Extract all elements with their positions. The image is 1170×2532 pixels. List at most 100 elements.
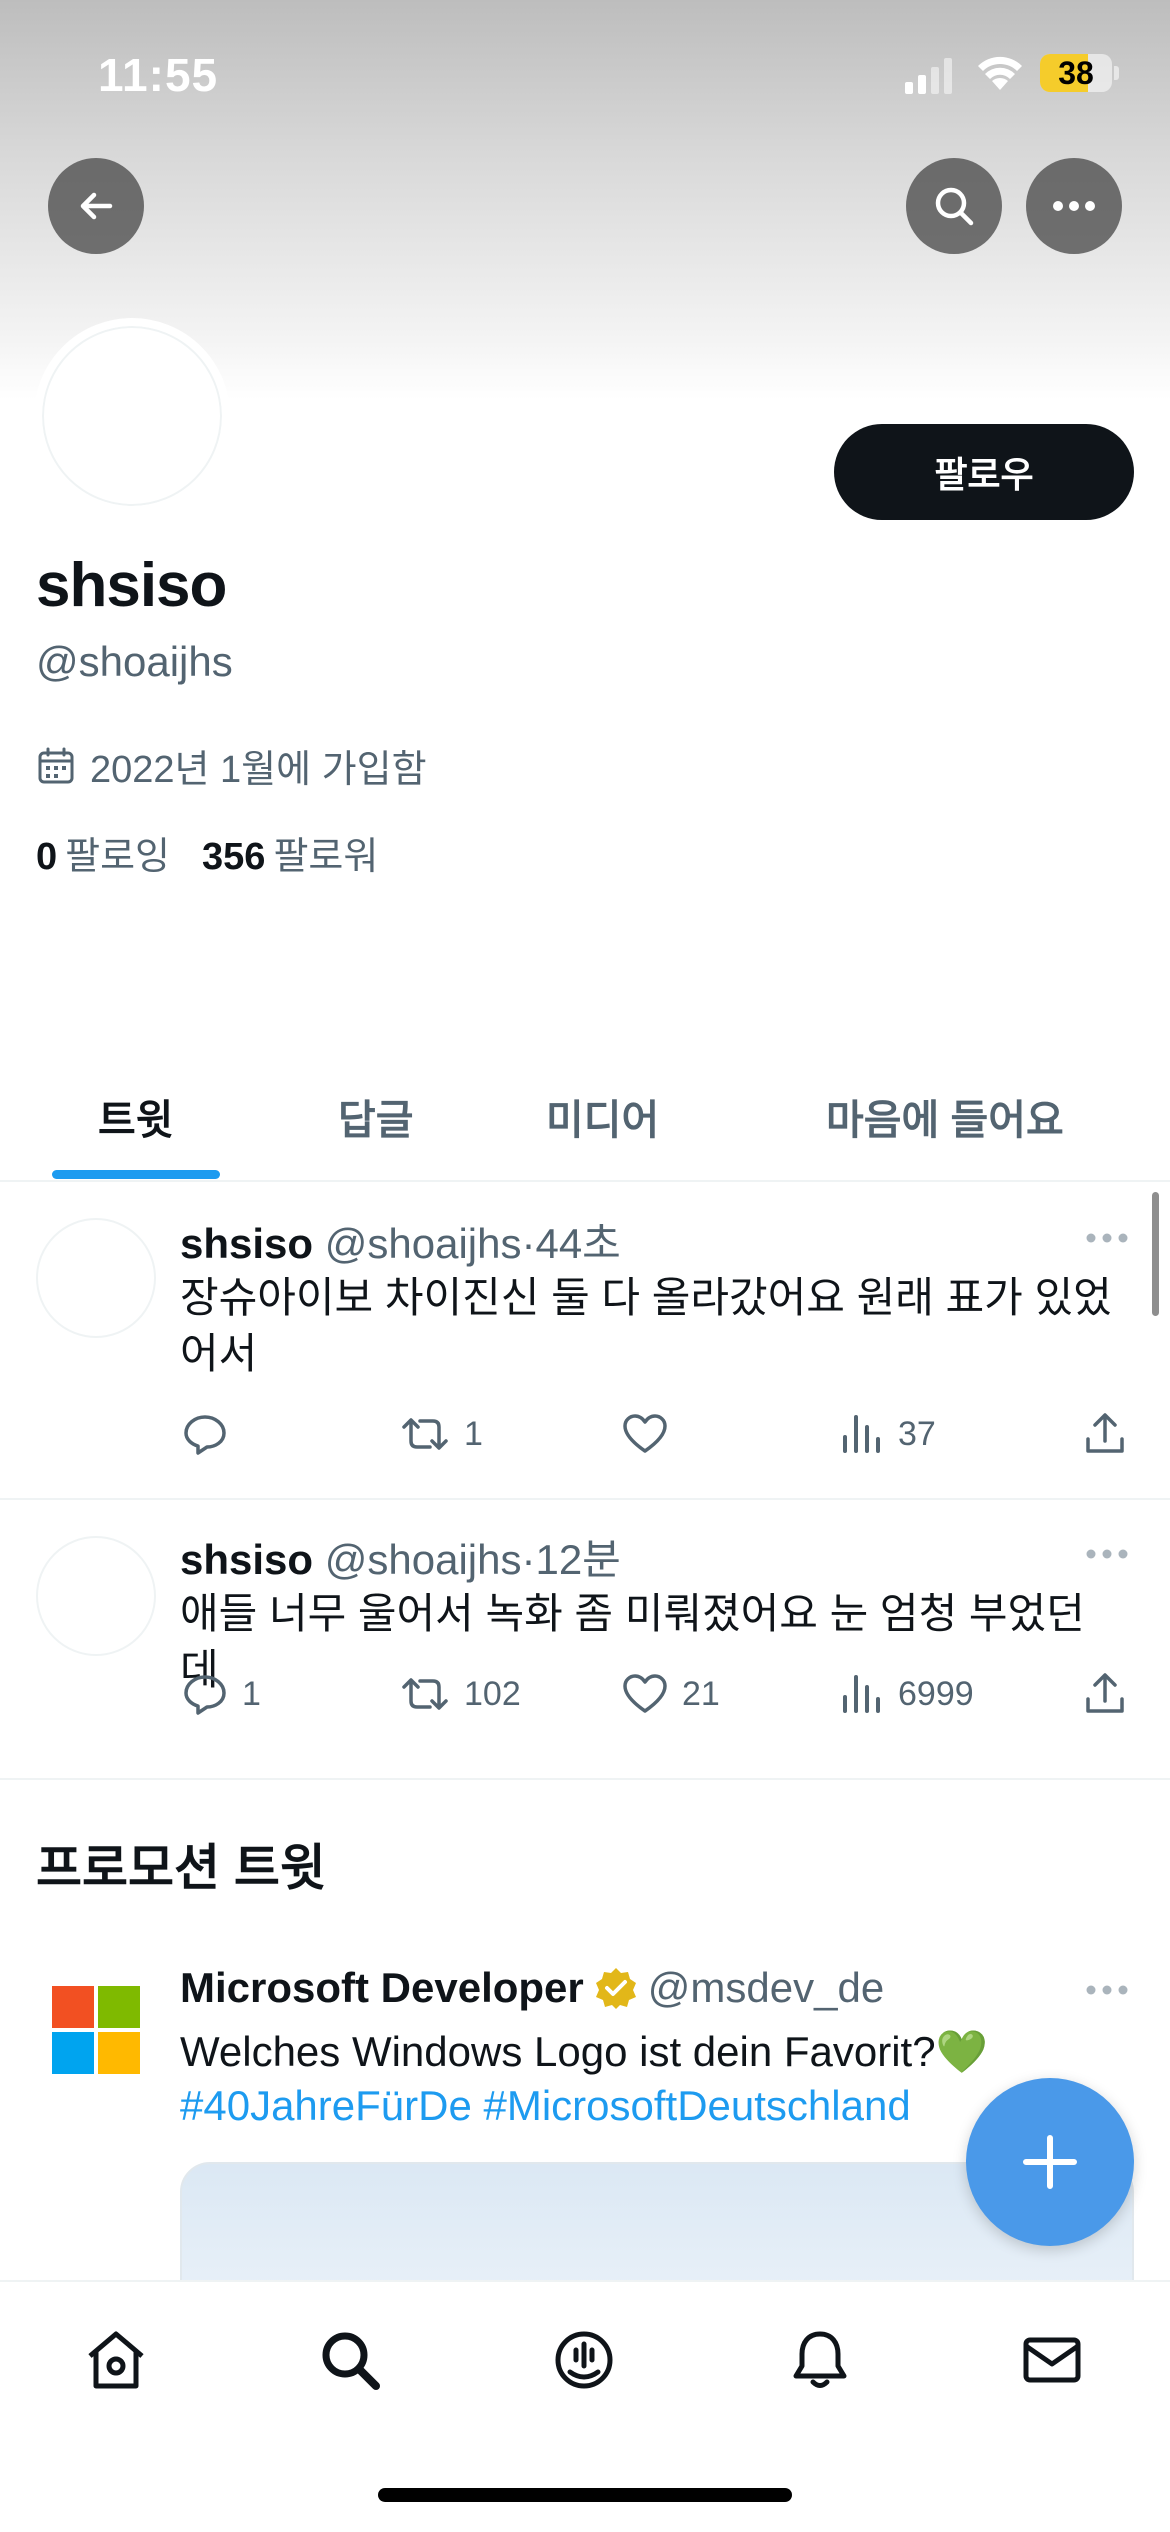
joined-text: 2022년 1월에 가입함 <box>90 749 427 791</box>
promoted-tweet-text: Welches Windows Logo ist dein Favorit?💚 <box>180 2028 988 2075</box>
retweet-button[interactable]: 102 <box>398 1664 521 1724</box>
share-icon <box>1086 1413 1124 1453</box>
status-time: 11:55 <box>98 49 219 101</box>
tweet-item[interactable]: shsiso @shoaijhs·12분 애들 너무 울어서 녹화 좀 미뤄졌어… <box>0 1500 1170 1778</box>
section-divider <box>0 1778 1170 1780</box>
follow-button[interactable]: 팔로우 <box>834 424 1134 520</box>
tweet-time: 44초 <box>535 1220 621 1267</box>
verified-badge-icon <box>595 1968 636 2009</box>
heart-icon <box>623 1414 667 1453</box>
more-horizontal-icon[interactable] <box>1085 1544 1129 1564</box>
share-icon <box>1086 1673 1124 1713</box>
search-icon <box>935 187 974 226</box>
reply-icon <box>184 1675 226 1715</box>
followers-count: 356 <box>202 836 266 878</box>
like-button[interactable]: 21 <box>620 1664 720 1724</box>
battery-tip <box>1114 66 1119 80</box>
promoted-author-handle: @msdev_de <box>647 1964 885 2011</box>
logo-square-green <box>98 1986 140 2028</box>
spaces-icon <box>555 2331 613 2389</box>
more-horizontal-icon[interactable] <box>1085 1228 1129 1248</box>
logo-square-red <box>52 1986 94 2028</box>
heart-icon <box>623 1674 667 1713</box>
battery-indicator: 38 <box>1040 54 1112 92</box>
battery-percent: 38 <box>1058 55 1094 91</box>
tab-search[interactable] <box>314 2324 386 2396</box>
following-label: 팔로잉 <box>65 836 171 878</box>
joined-date: 2022년 1월에 가입함 <box>36 738 427 793</box>
logo-square-yellow <box>98 2032 140 2074</box>
tweet-time: 12분 <box>535 1536 621 1583</box>
back-button[interactable] <box>48 158 144 254</box>
bell-icon <box>793 2331 847 2388</box>
tab-messages[interactable] <box>1016 2324 1088 2396</box>
views-count: 37 <box>898 1414 936 1453</box>
tweet-author-name[interactable]: shsiso <box>180 1220 313 1267</box>
tab-likes[interactable]: 마음에 들어요 <box>826 1086 1064 1146</box>
microsoft-logo[interactable] <box>52 1986 140 2074</box>
calendar-icon <box>38 747 74 783</box>
status-bar: 11:55 38 <box>0 0 1170 150</box>
tweet-actions: 1 102 21 6999 <box>180 1664 1140 1724</box>
mail-icon <box>1023 2337 1081 2383</box>
tweet-author-handle: @shoaijhs <box>324 1536 522 1583</box>
retweet-count: 1 <box>464 1414 483 1453</box>
tweet-author-name[interactable]: shsiso <box>180 1536 313 1583</box>
more-horizontal-icon[interactable] <box>1085 1980 1129 2000</box>
bar-chart-icon <box>843 1415 880 1453</box>
retweet-icon <box>402 1418 448 1450</box>
follow-stats: 0 팔로잉 356 팔로워 <box>36 825 378 880</box>
reply-button[interactable]: 1 <box>180 1664 261 1724</box>
tweet-header: shsiso @shoaijhs·12분 <box>180 1526 621 1587</box>
more-horizontal-icon <box>1053 201 1095 211</box>
signal-icon <box>905 58 952 94</box>
tweet-text-line: 어서 <box>180 1330 258 1377</box>
views-button[interactable]: 6999 <box>840 1664 974 1724</box>
tweet-item[interactable]: shsiso @shoaijhs·44초 장슈아이보 차이진신 둘 다 올라갔어… <box>0 1184 1170 1498</box>
reply-icon <box>184 1415 226 1455</box>
more-options-button[interactable] <box>1026 158 1122 254</box>
views-button[interactable]: 37 <box>840 1404 936 1464</box>
promoted-author-name[interactable]: Microsoft Developer <box>180 1964 584 2012</box>
active-tab-indicator <box>52 1170 220 1179</box>
tab-spaces[interactable] <box>548 2324 620 2396</box>
like-count: 21 <box>682 1674 720 1713</box>
logo-square-blue <box>52 2032 94 2074</box>
profile-name: shsiso <box>36 551 227 620</box>
tab-home[interactable] <box>80 2324 152 2396</box>
views-count: 6999 <box>898 1674 974 1713</box>
share-button[interactable] <box>1080 1404 1130 1464</box>
tweet-separator: · <box>521 1536 536 1583</box>
tab-media[interactable]: 미디어 <box>546 1086 659 1146</box>
followers-link[interactable]: 356 팔로워 <box>202 825 378 880</box>
like-button[interactable] <box>620 1404 682 1464</box>
promoted-hashtags[interactable]: #40JahreFürDe #MicrosoftDeutschland <box>180 2082 911 2130</box>
tweet-avatar[interactable] <box>36 1218 156 1338</box>
retweet-button[interactable]: 1 <box>398 1404 483 1464</box>
profile-avatar[interactable] <box>34 318 230 514</box>
following-link[interactable]: 0 팔로잉 <box>36 825 170 880</box>
tweet-author-handle: @shoaijhs <box>324 1220 522 1267</box>
reply-button[interactable] <box>180 1404 242 1464</box>
compose-tweet-button[interactable] <box>966 2078 1134 2246</box>
reply-count: 1 <box>242 1674 261 1713</box>
tweet-separator: · <box>521 1220 536 1267</box>
tweet-text-line: 장슈아이보 차이진신 둘 다 올라갔어요 원래 표가 있었 <box>180 1274 1112 1321</box>
tweet-avatar[interactable] <box>36 1536 156 1656</box>
retweet-icon <box>402 1678 448 1710</box>
tab-replies[interactable]: 답글 <box>338 1086 413 1146</box>
search-icon <box>322 2332 380 2390</box>
search-button[interactable] <box>906 158 1002 254</box>
tweet-text: 장슈아이보 차이진신 둘 다 올라갔어요 원래 표가 있었 어서 <box>180 1270 1120 1382</box>
promoted-tweet-header: Microsoft Developer @msdev_de <box>180 1964 884 2012</box>
followers-label: 팔로워 <box>273 836 379 878</box>
tab-notifications[interactable] <box>784 2324 856 2396</box>
bar-chart-icon <box>843 1675 880 1713</box>
following-count: 0 <box>36 836 58 878</box>
wifi-icon <box>978 56 1022 90</box>
profile-tabs: 트윗 답글 미디어 마음에 들어요 <box>0 1050 1170 1182</box>
tweet-actions: 1 37 <box>180 1404 1140 1464</box>
plus-icon <box>1023 2135 1077 2189</box>
share-button[interactable] <box>1080 1664 1130 1724</box>
tab-tweets[interactable]: 트윗 <box>98 1086 173 1146</box>
